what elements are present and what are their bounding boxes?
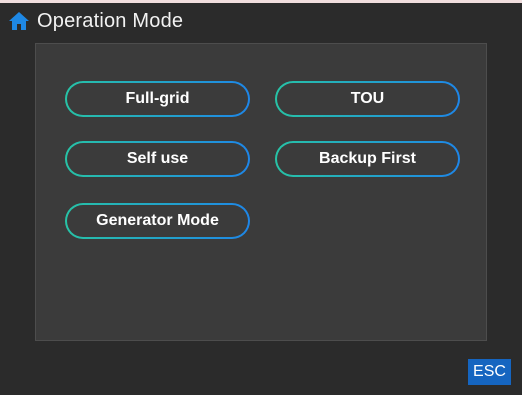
generator-mode-button[interactable]: Generator Mode [65, 203, 250, 239]
tou-button[interactable]: TOU [275, 81, 460, 117]
operation-mode-screen: Operation Mode Full-grid TOU Self use Ba… [0, 0, 522, 395]
top-strip [0, 0, 522, 3]
self-use-button[interactable]: Self use [65, 141, 250, 177]
mode-panel: Full-grid TOU Self use Backup First Gene… [35, 43, 487, 341]
backup-first-button[interactable]: Backup First [275, 141, 460, 177]
home-icon[interactable] [8, 10, 30, 32]
header: Operation Mode [8, 8, 183, 34]
esc-button[interactable]: ESC [468, 359, 511, 385]
full-grid-button[interactable]: Full-grid [65, 81, 250, 117]
page-title: Operation Mode [37, 9, 184, 32]
